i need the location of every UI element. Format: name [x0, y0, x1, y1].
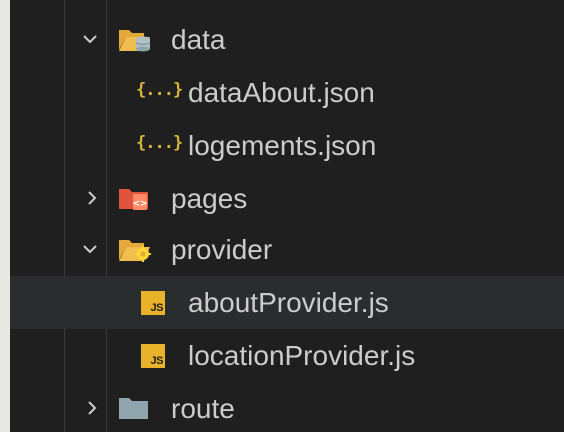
tree-item-label: dataAbout.json [188, 77, 375, 108]
tree-item-provider-folder[interactable]: provider [10, 223, 564, 276]
tree-item-label: data [171, 24, 226, 55]
file-explorer-tree: data {...} dataAbout.json {...} logement… [10, 0, 564, 432]
tree-item-file[interactable]: {...} logements.json [10, 119, 564, 172]
folder-provider-open-icon [118, 236, 152, 264]
tree-item-route-folder[interactable]: route [10, 382, 564, 432]
tree-item-label: logements.json [188, 130, 377, 161]
tree-item-file[interactable]: JS locationProvider.js [10, 329, 564, 382]
chevron-right-icon [82, 398, 102, 418]
tree-item-pages-folder[interactable]: <> pages [10, 172, 564, 225]
svg-text:<>: <> [132, 199, 147, 209]
chevron-down-icon [80, 239, 100, 259]
tree-item-data-folder[interactable]: data [10, 13, 564, 66]
tree-item-label: provider [171, 234, 273, 265]
tree-item-label: pages [171, 183, 248, 214]
tree-item-label: locationProvider.js [188, 340, 416, 371]
folder-database-open-icon [118, 26, 152, 54]
tree-item-file[interactable]: JS aboutProvider.js [10, 276, 564, 329]
json-file-icon: {...} [136, 80, 183, 100]
chevron-down-icon [80, 29, 100, 49]
tree-item-file[interactable]: {...} dataAbout.json [10, 66, 564, 119]
tree-item-label: aboutProvider.js [188, 287, 389, 318]
js-file-icon: JS [141, 344, 165, 368]
js-file-icon: JS [141, 291, 165, 315]
folder-icon [118, 395, 152, 421]
chevron-right-icon [82, 188, 102, 208]
folder-pages-icon: <> [118, 184, 152, 212]
tree-item-label: route [171, 393, 235, 424]
json-file-icon: {...} [136, 133, 183, 153]
